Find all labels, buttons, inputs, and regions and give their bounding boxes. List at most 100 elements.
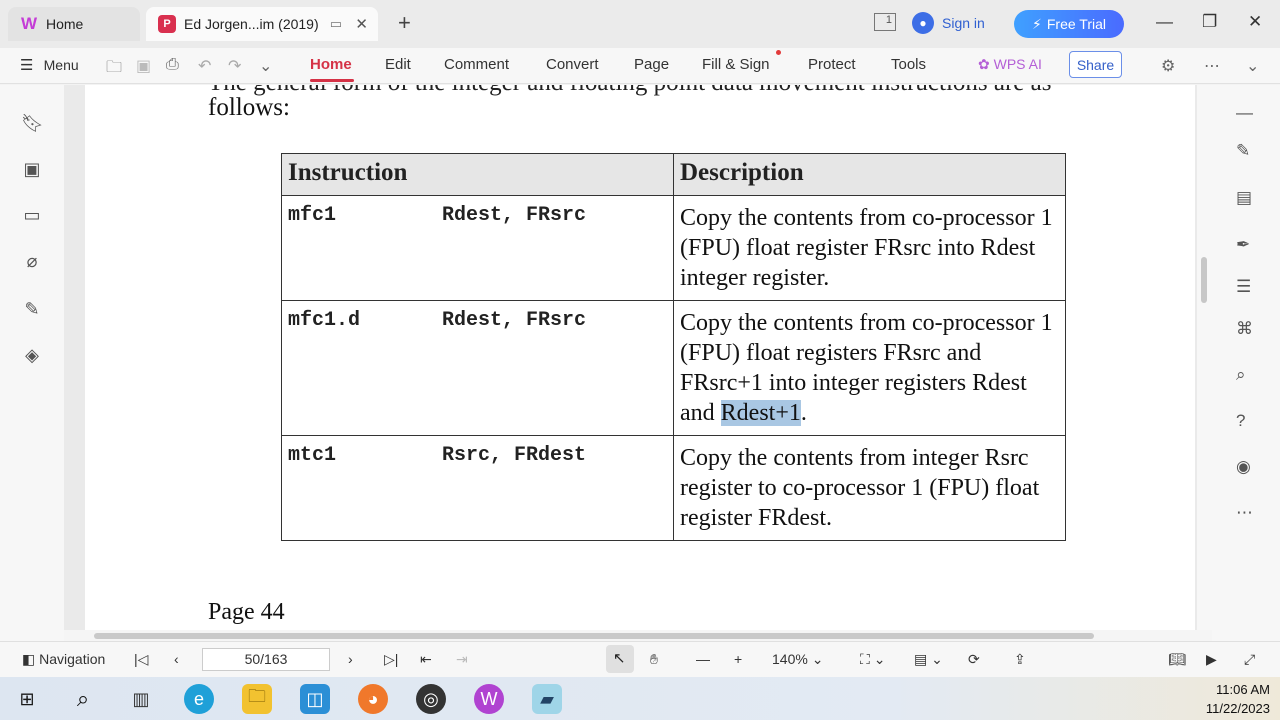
tab-protect[interactable]: Protect [808,56,856,73]
rotate-icon[interactable]: ⟳ [968,651,980,668]
tab-close-icon[interactable]: ✕ [355,15,368,33]
navigation-toggle[interactable]: ◧ Navigation [22,651,105,668]
compare-icon[interactable]: ☰ [1236,277,1251,297]
tab-convert[interactable]: Convert [546,56,599,73]
comment-icon[interactable]: ▭ [21,205,43,227]
document-viewport[interactable]: The general form of the integer and floa… [64,85,1212,641]
read-mode-icon[interactable]: ⌘ [1236,319,1253,339]
attachment-icon[interactable]: ⌀ [21,251,43,273]
more-options-icon[interactable]: ⋯ [1204,56,1220,76]
select-tool-button[interactable]: ↖ [606,645,634,673]
menu-label: Menu [43,57,79,73]
horizontal-scrollbar[interactable] [64,630,1212,641]
new-tab-icon[interactable]: + [398,10,411,36]
settings-gear-icon[interactable]: ⚙ [1161,56,1175,76]
firefox-icon[interactable]: ◕ [358,684,388,714]
follows-text: follows: [208,94,290,121]
tab-home[interactable]: W Home [8,7,140,41]
vertical-scroll-thumb[interactable] [1201,257,1207,303]
edge-browser-icon[interactable]: e [184,684,214,714]
forward-view-icon[interactable]: ⇥ [456,651,468,668]
help-icon[interactable]: ? [1236,411,1245,431]
tab-preview-icon[interactable]: ▭ [330,16,342,32]
free-trial-button[interactable]: ⚡ Free Trial [1014,10,1124,38]
tab-document[interactable]: P Ed Jorgen...im (2019) ▭ ✕ [146,7,378,41]
previous-page-icon[interactable]: ‹ [174,651,179,667]
edit-pdf-icon[interactable]: ✎ [1236,141,1250,161]
header-instruction: Instruction [281,153,674,196]
page-number-input[interactable]: 50/163 [202,648,330,671]
tab-comment[interactable]: Comment [444,56,509,73]
tab-page[interactable]: Page [634,56,669,73]
reading-view-icon[interactable]: 📖︎ [1168,651,1186,668]
play-icon[interactable]: ▶ [1206,651,1217,668]
more-tools-icon[interactable]: ⋯ [1236,503,1253,523]
undo-icon[interactable]: ↶ [198,56,211,76]
highlighted-text[interactable]: Rdest+1 [720,400,801,426]
notepad-icon[interactable]: ▰ [532,684,562,714]
task-view-icon[interactable]: ▥ [126,684,156,714]
sign-pen-icon[interactable]: ✒ [1236,235,1250,255]
chevron-down-icon[interactable]: ⌄ [259,56,272,76]
vertical-scrollbar[interactable] [1197,85,1212,630]
page-layout-icon[interactable]: ▤ ⌄ [914,651,943,668]
zoom-in-icon[interactable]: + [734,651,742,667]
system-clock[interactable]: 11:06 AM 11/22/2023 [1206,680,1270,718]
thumbnail-icon[interactable]: ▣ [21,159,43,181]
sign-in-button[interactable]: ● Sign in [912,12,985,34]
zoom-level-value: 140% [772,651,808,667]
collapse-panel-icon[interactable]: — [1236,103,1253,123]
close-window-icon[interactable]: ✕ [1248,12,1262,32]
back-view-icon[interactable]: ⇤ [420,651,432,668]
zoom-out-icon[interactable]: — [696,651,710,667]
table-row: mtc1 Rsrc, FRdest Copy the contents from … [281,435,1066,541]
zoom-level-select[interactable]: 140% ⌄ [772,651,823,668]
app-store-icon[interactable]: ◫ [300,684,330,714]
tab-fill-sign[interactable]: Fill & Sign [702,56,770,73]
fullscreen-icon[interactable]: ⤢ [1244,651,1255,668]
window-count-icon[interactable]: 1 [874,13,896,31]
search-icon[interactable]: ⌕ [1236,365,1246,385]
restore-icon[interactable]: ❐ [1202,12,1217,32]
instruction-table: Instruction Description mfc1 Rdest, FRsrc… [281,153,1066,541]
wps-ai-button[interactable]: ✿ WPS AI [978,56,1042,73]
sparkle-icon: ✿ [978,56,990,72]
eye-protection-icon[interactable]: ◉ [1236,457,1251,477]
last-page-icon[interactable]: ▷| [384,651,398,668]
description-cell: Copy the contents from integer Rsrc regi… [673,435,1066,541]
search-taskbar-icon[interactable]: ⌕ [68,684,98,714]
fit-page-icon[interactable]: ⛶ ⌄ [860,651,885,668]
file-explorer-icon[interactable]: 🗀 [242,684,272,714]
table-header-row: Instruction Description [281,153,1066,196]
obs-studio-icon[interactable]: ◎ [416,684,446,714]
redo-icon[interactable]: ↷ [228,56,241,76]
page-footer: Page 44 [208,599,285,625]
layers-icon[interactable]: ◈ [21,345,43,367]
open-folder-icon[interactable]: 🗀 [106,56,122,83]
chevron-down-icon: ⌄ [811,651,824,667]
wps-office-icon[interactable]: W [474,684,504,714]
print-icon[interactable]: ⎙ [166,56,179,74]
signature-icon[interactable]: ✎ [21,299,43,321]
share-button[interactable]: Share [1069,51,1122,78]
menu-button[interactable]: ☰ Menu [20,56,79,74]
tab-home-menu[interactable]: Home [310,56,352,73]
collapse-ribbon-icon[interactable]: ⌄ [1246,56,1259,76]
minimize-icon[interactable]: — [1156,12,1173,32]
hand-tool-icon[interactable]: ✋︎ [650,651,658,668]
mnemonic: mfc1 [288,204,337,227]
horizontal-scroll-thumb[interactable] [94,633,1094,639]
save-icon[interactable]: ▣ [136,56,151,76]
tab-edit[interactable]: Edit [385,56,411,73]
tab-tools[interactable]: Tools [891,56,926,73]
active-tab-underline [310,79,354,82]
pdf-page: The general form of the integer and floa… [85,85,1195,630]
next-page-icon[interactable]: › [348,651,353,667]
first-page-icon[interactable]: |◁ [134,651,148,668]
description-cell: Copy the contents from co-processor 1 (F… [673,195,1066,301]
export-icon[interactable]: ⇪ [1014,651,1026,668]
windows-start-icon[interactable]: ⊞ [12,684,42,714]
bookmark-icon[interactable]: 🔖︎ [21,113,44,135]
cursor-select-icon: ↖ [613,650,626,667]
convert-doc-icon[interactable]: ▤ [1236,188,1252,208]
